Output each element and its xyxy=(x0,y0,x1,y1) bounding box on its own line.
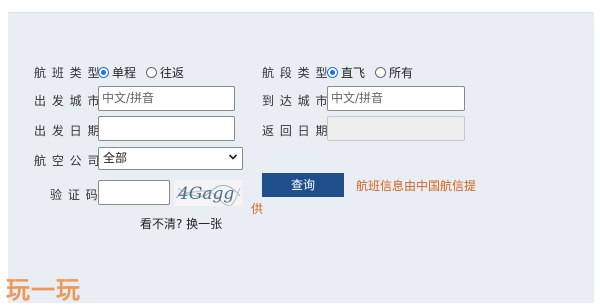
arrival-city-input[interactable]: 中文/拼音 xyxy=(327,86,465,111)
arrival-city-label: 到 达 城 市: xyxy=(262,94,334,108)
return-date-input xyxy=(327,116,465,141)
radio-selected-icon[interactable] xyxy=(98,67,109,78)
provider-note: 航班信息由中国航信提 xyxy=(356,179,477,193)
radio-selected-icon[interactable] xyxy=(327,67,338,78)
captcha-text: 4Gagg xyxy=(177,184,234,204)
radio-icon[interactable] xyxy=(375,67,387,78)
airline-select[interactable]: 全部 xyxy=(98,147,243,170)
airline-selected-value: 全部 xyxy=(103,151,128,165)
airline-label: 航 空 公 司: xyxy=(34,154,106,168)
segment-type-label: 航 段 类 型: xyxy=(262,66,334,80)
captcha-graphic: 4Gagg xyxy=(175,184,241,206)
segment-type-option-direct[interactable]: 直飞 xyxy=(327,64,365,81)
return-date-label: 返 回 日 期: xyxy=(262,124,334,138)
provider-note-tail: 供 xyxy=(251,202,264,216)
chevron-down-icon xyxy=(228,154,238,160)
flight-type-option-oneway[interactable]: 单程 xyxy=(98,64,136,81)
refresh-captcha-link[interactable]: 看不清? 换一张 xyxy=(140,215,222,232)
site-watermark-logo: 玩一玩 xyxy=(6,275,81,304)
flight-type-label: 航 班 类 型: xyxy=(34,66,106,80)
departure-city-input[interactable]: 中文/拼音 xyxy=(98,86,235,111)
flight-type-option-roundtrip[interactable]: 往返 xyxy=(146,64,184,81)
captcha-label: 验 证 码: xyxy=(50,188,104,202)
search-button[interactable]: 查询 xyxy=(262,173,344,197)
captcha-input[interactable] xyxy=(98,180,170,205)
segment-type-option-all[interactable]: 所有 xyxy=(375,64,413,81)
departure-date-label: 出 发 日 期: xyxy=(34,124,106,138)
segment-type-radio-group: 直飞 所有 xyxy=(327,64,423,81)
flight-type-radio-group: 单程 往返 xyxy=(98,64,194,81)
captcha-image[interactable]: 4Gagg xyxy=(174,180,242,206)
departure-date-input[interactable] xyxy=(98,116,235,141)
departure-city-label: 出 发 城 市: xyxy=(34,94,106,108)
radio-icon[interactable] xyxy=(146,67,158,78)
